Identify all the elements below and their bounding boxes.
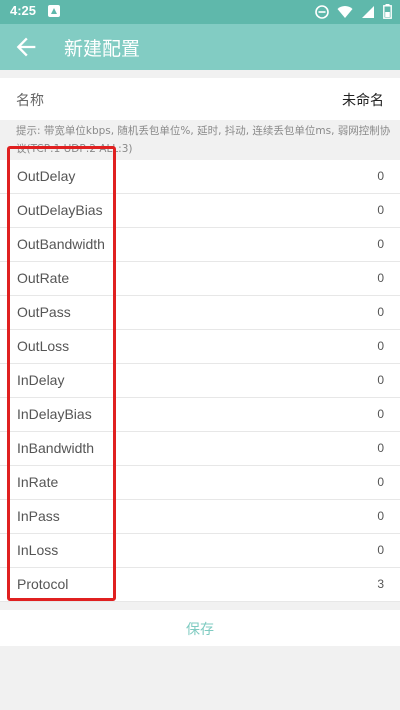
param-row-protocol[interactable]: Protocol 3: [0, 568, 400, 602]
param-value[interactable]: 0: [377, 373, 384, 387]
param-row-inrate[interactable]: InRate 0: [0, 466, 400, 500]
param-row-outbandwidth[interactable]: OutBandwidth 0: [0, 228, 400, 262]
save-button-label: 保存: [186, 622, 214, 638]
param-value[interactable]: 0: [377, 203, 384, 217]
param-row-outdelay[interactable]: OutDelay 0: [0, 160, 400, 194]
param-key: InDelay: [17, 372, 65, 388]
param-value[interactable]: 0: [377, 169, 384, 183]
param-key: InBandwidth: [17, 440, 95, 456]
param-key: OutDelayBias: [17, 202, 103, 218]
param-key: OutPass: [17, 304, 71, 320]
param-key: OutDelay: [17, 168, 76, 184]
param-row-outpass[interactable]: OutPass 0: [0, 296, 400, 330]
param-row-outloss[interactable]: OutLoss 0: [0, 330, 400, 364]
signal-icon: [362, 5, 374, 18]
param-key: OutLoss: [17, 338, 70, 354]
param-key: InPass: [17, 508, 60, 524]
param-key: Protocol: [17, 576, 69, 592]
config-name-label: 名称: [16, 93, 44, 109]
param-row-inbandwidth[interactable]: InBandwidth 0: [0, 432, 400, 466]
param-row-inpass[interactable]: InPass 0: [0, 500, 400, 534]
param-value[interactable]: 3: [377, 577, 384, 591]
status-time: 4:25: [10, 3, 37, 18]
back-arrow-icon[interactable]: [12, 33, 40, 61]
param-row-outrate[interactable]: OutRate 0: [0, 262, 400, 296]
param-value[interactable]: 0: [377, 441, 384, 455]
param-value[interactable]: 0: [377, 305, 384, 319]
param-value[interactable]: 0: [377, 407, 384, 421]
param-key: InLoss: [17, 542, 59, 558]
notification-icon: [48, 5, 60, 17]
config-name-row[interactable]: 名称 未命名: [0, 78, 400, 120]
param-key: InRate: [17, 474, 59, 490]
status-bar: 4:25: [0, 0, 400, 24]
param-value[interactable]: 0: [377, 509, 384, 523]
param-key: InDelayBias: [17, 406, 92, 422]
param-value[interactable]: 0: [377, 271, 384, 285]
param-row-inloss[interactable]: InLoss 0: [0, 534, 400, 568]
param-value[interactable]: 0: [377, 475, 384, 489]
app-bar: 新建配置: [0, 24, 400, 70]
param-value[interactable]: 0: [377, 339, 384, 353]
wifi-icon: [337, 5, 353, 18]
do-not-disturb-icon: [315, 4, 329, 19]
battery-icon: [383, 4, 392, 19]
page-title: 新建配置: [64, 38, 141, 60]
param-key: OutRate: [17, 270, 70, 286]
param-key: OutBandwidth: [17, 236, 105, 252]
save-button[interactable]: 保存: [0, 610, 400, 646]
param-value[interactable]: 0: [377, 543, 384, 557]
config-name-value[interactable]: 未命名: [342, 90, 384, 110]
param-row-indelaybias[interactable]: InDelayBias 0: [0, 398, 400, 432]
status-icons: [315, 4, 392, 19]
param-value[interactable]: 0: [377, 237, 384, 251]
param-row-outdelaybias[interactable]: OutDelayBias 0: [0, 194, 400, 228]
param-row-indelay[interactable]: InDelay 0: [0, 364, 400, 398]
hint-text: 提示: 带宽单位kbps, 随机丢包单位%, 延时, 抖动, 连续丢包单位ms,…: [16, 125, 391, 154]
param-list: OutDelay 0 OutDelayBias 0 OutBandwidth 0 Ou…: [0, 160, 400, 602]
